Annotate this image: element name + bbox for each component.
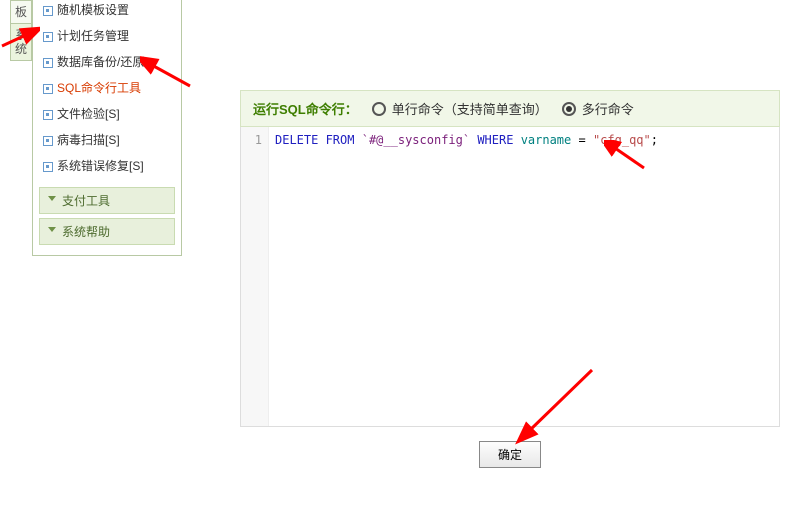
radio-icon-checked (562, 102, 576, 116)
section-system-help[interactable]: 系统帮助 (39, 218, 175, 245)
sql-ident: varname (521, 133, 572, 147)
sql-semicolon: ; (651, 133, 658, 147)
sql-editor[interactable]: 1 DELETE FROM `#@__sysconfig` WHERE varn… (240, 127, 780, 427)
menu-item-sql-tool[interactable]: SQL命令行工具 (33, 75, 181, 101)
line-number: 1 (241, 131, 262, 149)
menu-item-db-backup[interactable]: 数据库备份/还原 (33, 49, 181, 75)
chevron-down-icon (48, 196, 56, 201)
sql-string: "cfg_qq" (593, 133, 651, 147)
button-row: 确定 (240, 441, 780, 468)
code-body[interactable]: DELETE FROM `#@__sysconfig` WHERE varnam… (269, 127, 779, 426)
chevron-down-icon (48, 227, 56, 232)
main-area: 运行SQL命令行： 单行命令（支持简单查询） 多行命令 1 DELETE FRO… (240, 90, 780, 468)
radio-label: 单行命令（支持简单查询） (392, 99, 548, 118)
tab-board[interactable]: 板 (10, 0, 32, 24)
radio-multi-line[interactable]: 多行命令 (562, 99, 634, 118)
section-label: 支付工具 (62, 194, 110, 208)
radio-icon (372, 102, 386, 116)
line-gutter: 1 (241, 127, 269, 426)
menu-item-template[interactable]: 随机模板设置 (33, 0, 181, 23)
menu-item-file-check[interactable]: 文件检验[S] (33, 101, 181, 127)
sql-header-bar: 运行SQL命令行： 单行命令（支持简单查询） 多行命令 (240, 90, 780, 127)
menu-item-schedule[interactable]: 计划任务管理 (33, 23, 181, 49)
section-label: 系统帮助 (62, 225, 110, 239)
kw-where: WHERE (477, 133, 513, 147)
radio-label: 多行命令 (582, 99, 634, 118)
section-payment-tools[interactable]: 支付工具 (39, 187, 175, 214)
sql-table: `#@__sysconfig` (362, 133, 470, 147)
tab-system[interactable]: 系统 (10, 23, 32, 61)
sql-header-title: 运行SQL命令行： (253, 99, 358, 118)
menu-item-error-fix[interactable]: 系统错误修复[S] (33, 153, 181, 179)
sidebar-panel: 随机模板设置 计划任务管理 数据库备份/还原 SQL命令行工具 文件检验[S] … (32, 0, 182, 256)
sql-eq: = (571, 133, 593, 147)
menu-item-virus-scan[interactable]: 病毒扫描[S] (33, 127, 181, 153)
kw-delete-from: DELETE FROM (275, 133, 354, 147)
radio-single-line[interactable]: 单行命令（支持简单查询） (372, 99, 548, 118)
sidebar-tab-strip: 板 系统 (10, 0, 32, 60)
ok-button[interactable]: 确定 (479, 441, 541, 468)
menu-list: 随机模板设置 计划任务管理 数据库备份/还原 SQL命令行工具 文件检验[S] … (33, 0, 181, 183)
